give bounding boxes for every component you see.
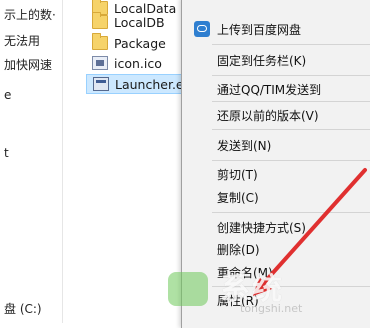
nav-item-unusable[interactable]: 无法用 xyxy=(4,32,40,49)
menu-separator xyxy=(212,212,370,213)
list-item-selected[interactable]: Launcher.exe xyxy=(86,74,198,94)
menu-item-restore-versions[interactable]: 还原以前的版本(V) xyxy=(182,104,370,126)
menu-separator xyxy=(212,75,370,76)
nav-item-speedup[interactable]: 加快网速 xyxy=(4,56,52,73)
nav-item-drive-c[interactable]: 盘 (C:) xyxy=(4,300,42,317)
application-icon xyxy=(93,77,109,91)
menu-item-upload-baidu[interactable]: 上传到百度网盘 xyxy=(182,18,370,40)
nav-item-t[interactable]: t xyxy=(4,146,9,160)
menu-separator xyxy=(212,286,370,287)
menu-separator xyxy=(212,44,370,45)
menu-separator xyxy=(212,101,370,102)
folder-icon xyxy=(92,33,108,50)
list-item[interactable]: icon.ico xyxy=(92,53,162,73)
menu-item-label: 还原以前的版本(V) xyxy=(217,108,319,123)
menu-item-label: 剪切(T) xyxy=(217,167,258,182)
file-list: LocalData LocalDB Package icon.ico Launc… xyxy=(72,0,198,323)
menu-item-delete[interactable]: 删除(D) xyxy=(182,238,370,260)
file-name: Package xyxy=(114,35,166,51)
menu-item-rename[interactable]: 重命名(M) xyxy=(182,261,370,283)
menu-item-send-qq[interactable]: 通过QQ/TIM发送到 xyxy=(182,78,370,100)
nav-item-desktop-data[interactable]: 示上的数· xyxy=(4,6,56,23)
nav-item-e[interactable]: e xyxy=(4,88,11,102)
navigation-pane: 示上的数· 无法用 加快网速 e t 盘 (C:) xyxy=(0,0,63,323)
menu-item-label: 发送到(N) xyxy=(217,138,272,153)
folder-icon xyxy=(92,12,108,29)
menu-item-properties[interactable]: 属性(R) xyxy=(182,289,370,311)
context-menu: 上传到百度网盘 固定到任务栏(K) 通过QQ/TIM发送到 还原以前的版本(V)… xyxy=(181,0,370,328)
file-name: LocalDB xyxy=(114,14,165,30)
menu-item-cut[interactable]: 剪切(T) xyxy=(182,163,370,185)
menu-item-create-shortcut[interactable]: 创建快捷方式(S) xyxy=(182,216,370,238)
menu-item-send-to[interactable]: 发送到(N) xyxy=(182,134,370,156)
menu-item-label: 删除(D) xyxy=(217,242,260,257)
menu-item-label: 通过QQ/TIM发送到 xyxy=(217,82,322,97)
baidu-cloud-icon xyxy=(194,21,210,37)
menu-item-label: 复制(C) xyxy=(217,190,259,205)
menu-item-label: 上传到百度网盘 xyxy=(217,22,302,37)
menu-item-label: 固定到任务栏(K) xyxy=(217,53,307,68)
menu-item-pin-taskbar[interactable]: 固定到任务栏(K) xyxy=(182,49,370,71)
menu-item-copy[interactable]: 复制(C) xyxy=(182,186,370,208)
menu-separator xyxy=(212,129,370,130)
menu-separator xyxy=(212,160,370,161)
menu-item-label: 属性(R) xyxy=(217,293,259,308)
image-file-icon xyxy=(92,56,108,70)
file-name: icon.ico xyxy=(114,55,162,71)
menu-item-label: 重命名(M) xyxy=(217,265,273,280)
list-item[interactable]: Package xyxy=(92,33,166,53)
list-item[interactable]: LocalDB xyxy=(92,12,165,32)
menu-item-label: 创建快捷方式(S) xyxy=(217,220,306,235)
